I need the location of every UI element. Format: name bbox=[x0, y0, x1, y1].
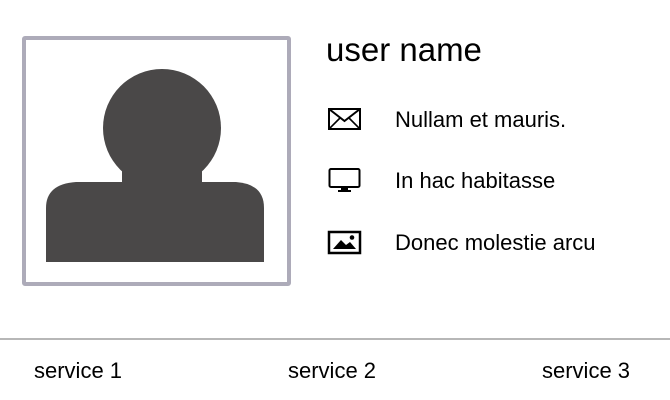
service-link-3[interactable]: service 3 bbox=[542, 358, 630, 384]
service-nav: service 1 service 2 service 3 bbox=[0, 356, 670, 388]
service-link-2[interactable]: service 2 bbox=[288, 358, 376, 384]
divider bbox=[0, 338, 670, 340]
info-image-text: Donec molestie arcu bbox=[395, 230, 596, 255]
user-name: user name bbox=[326, 31, 482, 68]
info-row-email: Nullam et mauris. bbox=[327, 104, 647, 134]
avatar bbox=[22, 36, 291, 286]
person-silhouette-icon bbox=[46, 69, 264, 262]
image-icon bbox=[327, 227, 363, 257]
info-row-monitor: In hac habitasse bbox=[327, 165, 647, 195]
monitor-icon bbox=[327, 165, 363, 195]
info-email-text: Nullam et mauris. bbox=[395, 107, 567, 132]
info-row-image: Donec molestie arcu bbox=[327, 227, 647, 257]
service-link-1[interactable]: service 1 bbox=[34, 358, 122, 384]
envelope-icon bbox=[327, 104, 363, 134]
info-monitor-text: In hac habitasse bbox=[395, 168, 556, 193]
